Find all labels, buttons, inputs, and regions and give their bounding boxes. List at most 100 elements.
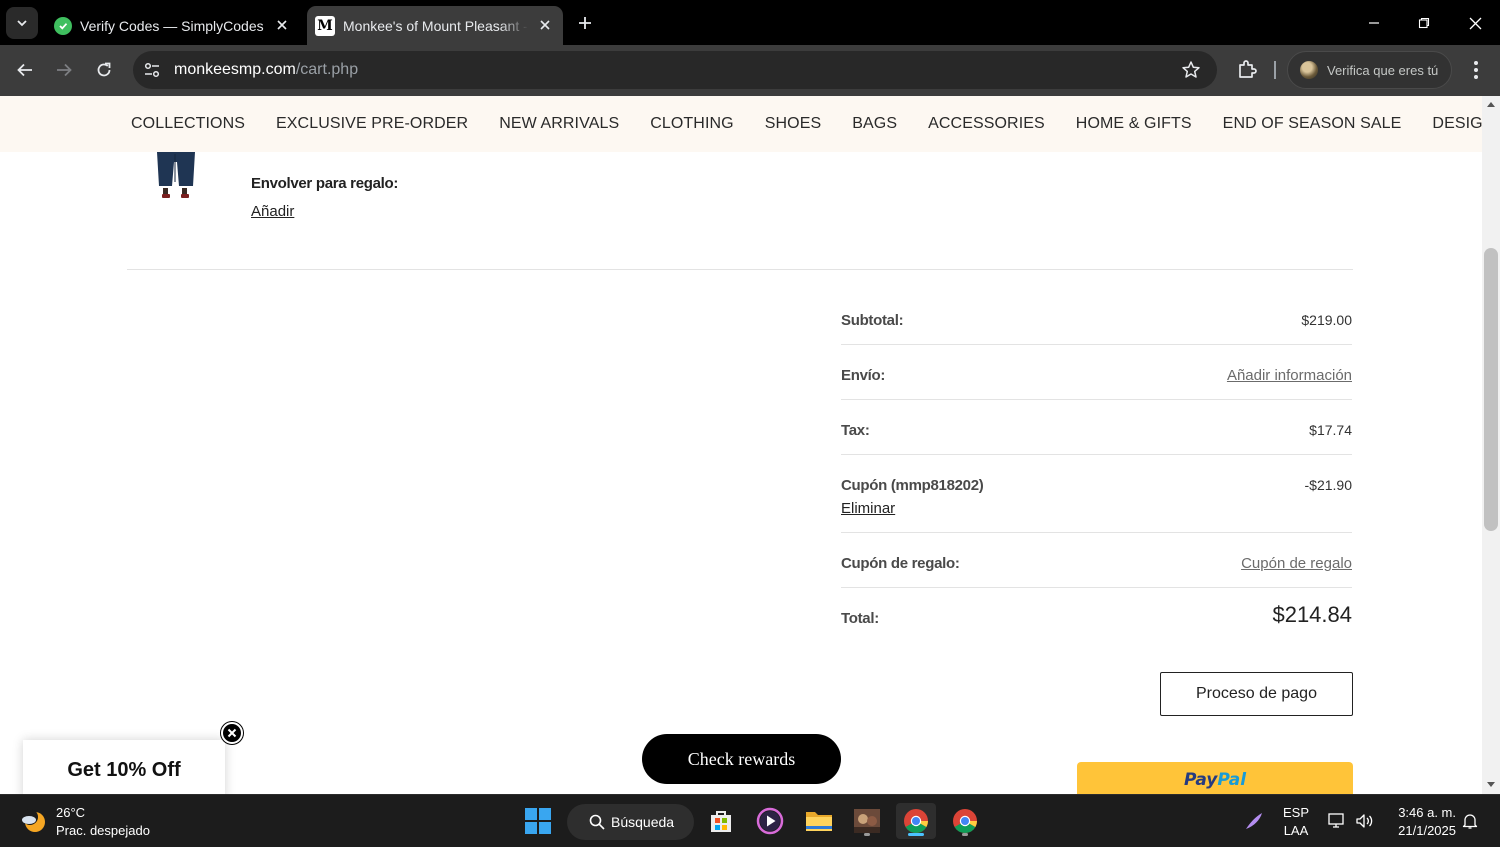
clock-date[interactable]: 21/1/2025 [1388, 823, 1456, 838]
checkout-button[interactable]: Proceso de pago [1160, 672, 1353, 716]
site-navigation: COLLECTIONS EXCLUSIVE PRE-ORDER NEW ARRI… [0, 96, 1500, 152]
nav-exclusive-pre-order[interactable]: EXCLUSIVE PRE-ORDER [276, 115, 468, 133]
chevron-down-icon [17, 20, 27, 27]
scroll-down-arrow-icon[interactable] [1487, 782, 1495, 787]
profile-label: Verifica que eres tú [1327, 62, 1439, 78]
tab-title: Verify Codes — SimplyCodes [80, 17, 264, 34]
language-code[interactable]: ESP [1279, 805, 1313, 820]
tab-simplycodes[interactable]: Verify Codes — SimplyCodes [44, 6, 300, 45]
coupon-value: -$21.90 [1304, 477, 1352, 493]
monkees-favicon-icon: M [315, 15, 335, 36]
taskbar-search[interactable]: Búsqueda [567, 804, 694, 840]
forward-button[interactable] [50, 56, 78, 84]
nav-clothing[interactable]: CLOTHING [650, 115, 733, 133]
taskbar-file-explorer[interactable] [799, 803, 839, 839]
back-button[interactable] [11, 56, 39, 84]
page-viewport: COLLECTIONS EXCLUSIVE PRE-ORDER NEW ARRI… [0, 96, 1500, 794]
restore-button[interactable] [1409, 8, 1439, 38]
weather-description[interactable]: Prac. despejado [56, 823, 150, 838]
tab-search-button[interactable] [6, 7, 38, 39]
bookmark-star-icon[interactable] [1181, 60, 1201, 80]
minimize-icon [1369, 22, 1379, 24]
nav-end-of-season-sale[interactable]: END OF SEASON SALE [1223, 115, 1402, 133]
running-indicator [864, 833, 870, 836]
gift-wrap-label: Envolver para regalo: [251, 175, 399, 192]
coupon-row: Cupón (mmp818202) -$21.90 Eliminar [841, 455, 1352, 533]
taskbar-microsoft-store[interactable] [701, 803, 741, 839]
weather-moon-cloud-icon[interactable] [20, 808, 46, 834]
start-button[interactable] [518, 803, 558, 839]
paypal-logo-part1: Pay [1183, 770, 1218, 790]
arrow-right-icon [57, 63, 72, 77]
taskbar-chrome-active[interactable] [896, 803, 936, 839]
paypal-button[interactable]: Pay Pal [1077, 762, 1353, 794]
pen-feather-icon[interactable] [1244, 811, 1264, 831]
weather-temperature[interactable]: 26°C [56, 805, 85, 820]
url-text[interactable]: monkeesmp.com/cart.php [174, 61, 358, 79]
page-scrollbar[interactable] [1482, 96, 1500, 794]
nav-home-gifts[interactable]: HOME & GIFTS [1076, 115, 1192, 133]
search-label: Búsqueda [611, 814, 675, 830]
nav-bags[interactable]: BAGS [852, 115, 897, 133]
more-menu-icon[interactable] [1465, 58, 1487, 82]
shipping-label: Envío: [841, 367, 886, 384]
profile-button[interactable]: Verifica que eres tú [1287, 51, 1452, 89]
minimize-button[interactable] [1359, 8, 1389, 38]
site-info-icon[interactable] [143, 61, 161, 79]
gift-coupon-label: Cupón de regalo: [841, 555, 960, 572]
nav-accessories[interactable]: ACCESSORIES [928, 115, 1045, 133]
product-thumbnail-jeans[interactable] [155, 152, 197, 199]
arrow-left-icon [17, 63, 32, 77]
scrollbar-thumb[interactable] [1484, 248, 1498, 531]
subtotal-label: Subtotal: [841, 312, 904, 329]
promo-close-button[interactable] [221, 722, 243, 744]
address-bar[interactable]: monkeesmp.com/cart.php [133, 51, 1217, 89]
close-window-button[interactable] [1460, 8, 1490, 38]
paypal-logo-part2: Pal [1217, 770, 1247, 790]
store-bag-icon [711, 811, 731, 832]
nav-collections[interactable]: COLLECTIONS [131, 115, 245, 133]
gift-wrap-add-link[interactable]: Añadir [251, 203, 294, 220]
subtotal-row: Subtotal: $219.00 [841, 270, 1352, 345]
clock-time[interactable]: 3:46 a. m. [1388, 805, 1456, 820]
search-icon [589, 814, 605, 830]
check-rewards-button[interactable]: Check rewards [642, 734, 841, 784]
tab-title: Monkee's of Mount Pleasant - S [343, 17, 528, 34]
running-indicator [962, 833, 968, 836]
keyboard-layout[interactable]: LAA [1279, 823, 1313, 838]
folder-icon [806, 812, 832, 831]
taskbar-photo-app[interactable] [847, 803, 887, 839]
total-label: Total: [841, 610, 879, 627]
shipping-row: Envío: Añadir información [841, 345, 1352, 400]
extensions-puzzle-icon[interactable] [1235, 57, 1259, 81]
cart-totals: Subtotal: $219.00 Envío: Añadir informac… [841, 270, 1352, 643]
close-tab-icon[interactable] [274, 17, 290, 33]
taskbar-media-player[interactable] [750, 803, 790, 839]
remove-coupon-link[interactable]: Eliminar [841, 500, 895, 517]
nav-new-arrivals[interactable]: NEW ARRIVALS [499, 115, 619, 133]
promo-popup[interactable]: Get 10% Off [23, 740, 225, 794]
new-tab-button[interactable] [573, 11, 597, 35]
windows-taskbar: 26°C Prac. despejado Búsqueda ESP LAA 3:… [0, 794, 1500, 847]
volume-icon[interactable] [1354, 811, 1374, 831]
close-icon [227, 728, 237, 738]
gift-coupon-link[interactable]: Cupón de regalo [1241, 555, 1352, 572]
tab-monkees[interactable]: M Monkee's of Mount Pleasant - S [307, 6, 563, 45]
url-path: /cart.php [295, 61, 359, 78]
windows-logo-icon [525, 808, 551, 834]
restore-icon [1418, 17, 1430, 29]
reload-button[interactable] [90, 56, 118, 84]
nav-shoes[interactable]: SHOES [765, 115, 822, 133]
active-window-indicator [908, 833, 924, 836]
coupon-label: Cupón (mmp818202) [841, 477, 984, 494]
network-display-icon[interactable] [1327, 811, 1347, 831]
add-shipping-info-link[interactable]: Añadir información [1227, 367, 1352, 384]
chrome-icon [904, 809, 928, 834]
browser-tab-bar: Verify Codes — SimplyCodes M Monkee's of… [0, 0, 1500, 45]
close-tab-icon[interactable] [537, 17, 553, 33]
scroll-up-arrow-icon[interactable] [1487, 102, 1495, 107]
reload-icon [97, 62, 111, 77]
total-value: $214.84 [1272, 602, 1352, 627]
taskbar-chrome-profile[interactable] [945, 803, 985, 839]
notification-bell-icon[interactable] [1460, 811, 1480, 831]
